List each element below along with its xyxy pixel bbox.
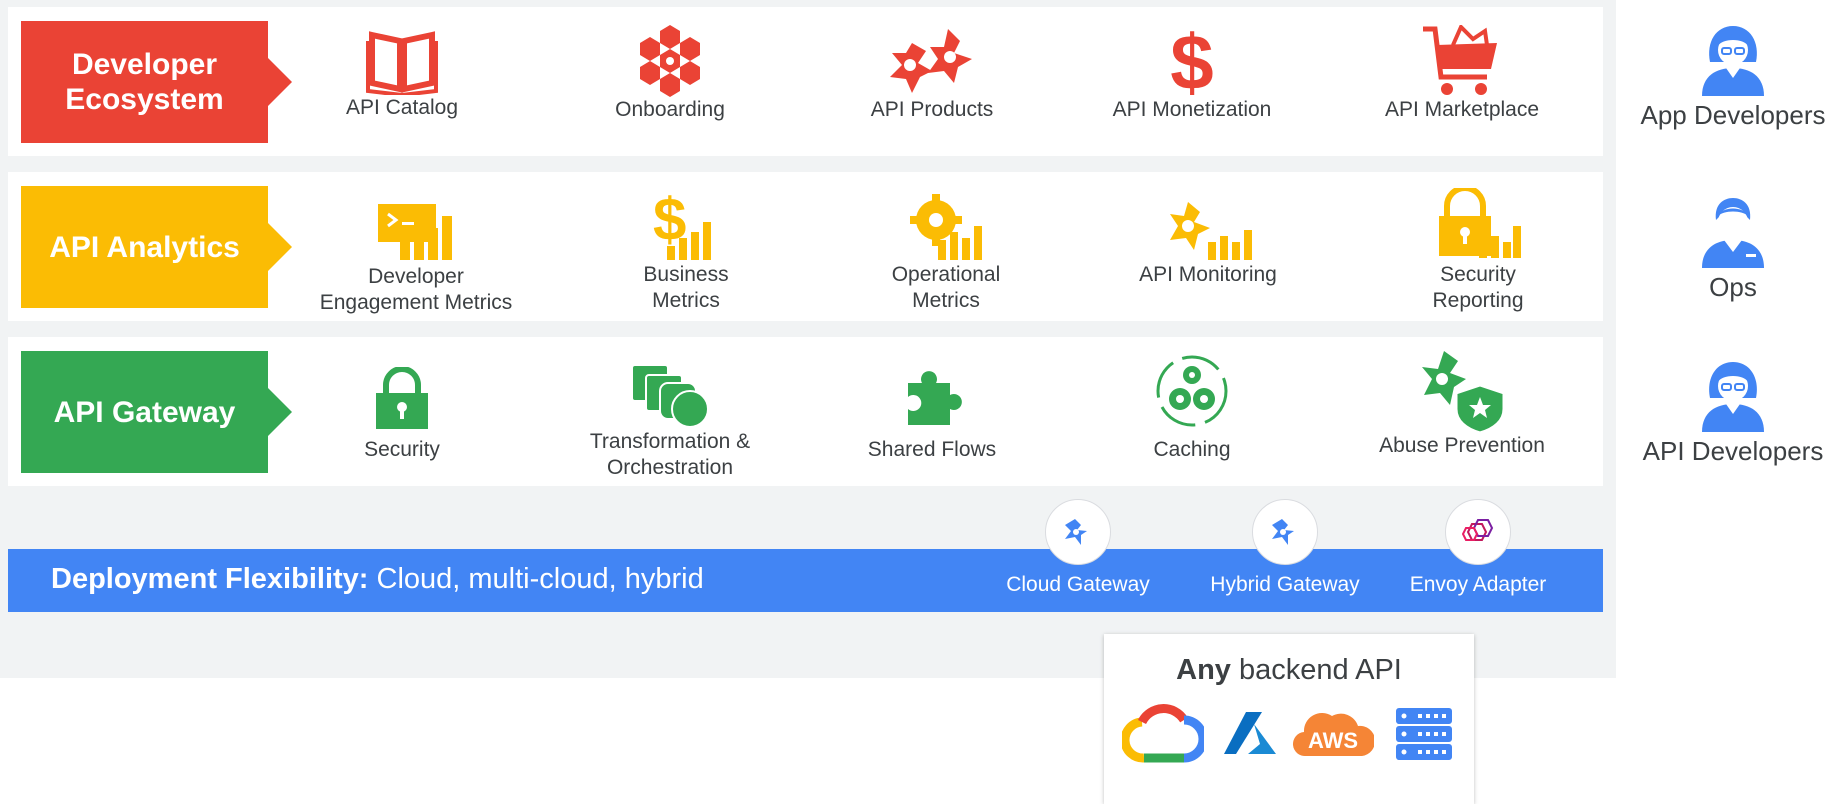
monitoring-chart-icon — [1170, 202, 1252, 260]
feature-label: Business Metrics — [643, 263, 729, 312]
feature-label: Onboarding — [615, 98, 725, 121]
feature-label: Caching — [1153, 438, 1231, 461]
api-products-icon — [890, 29, 972, 93]
layer-title: API Gateway — [21, 351, 292, 473]
envoy-icon — [1462, 519, 1494, 541]
persona-api-developers: API Developers — [1633, 358, 1831, 467]
persona-label: Ops — [1709, 272, 1757, 302]
feature-label: API Monitoring — [1139, 263, 1277, 286]
gateway-hybrid: Hybrid Gateway — [1190, 499, 1380, 597]
terminal-chart-icon — [378, 204, 452, 260]
aws-text: AWS — [1308, 728, 1358, 753]
layer-developer-ecosystem: Developer Ecosystem API Catalog Onboardi… — [8, 7, 1603, 156]
female-user-icon — [1702, 26, 1764, 96]
gear-chart-icon — [910, 194, 982, 260]
backend-api-box: Any backend API AWS — [1104, 634, 1474, 804]
feature-api-products: API Products — [802, 23, 1062, 123]
female-user-icon — [1702, 362, 1764, 432]
feature-developer-engagement-metrics: Developer Engagement Metrics — [286, 202, 546, 316]
feature-api-marketplace: API Marketplace — [1332, 25, 1592, 123]
google-cloud-logo — [1122, 704, 1204, 763]
backend-rest: backend API — [1239, 654, 1402, 686]
gateway-circle — [1252, 499, 1318, 565]
gateway-label: Envoy Adapter — [1409, 573, 1547, 596]
feature-api-monetization: $ API Monetization — [1062, 18, 1322, 123]
feature-label: Security Reporting — [1432, 263, 1524, 312]
backend-emphasis: Any — [1176, 654, 1231, 686]
feature-label: Operational Metrics — [891, 263, 1001, 312]
gears-cycle-icon — [1156, 355, 1228, 427]
persona-label: API Developers — [1642, 436, 1824, 466]
feature-business-metrics: $ Business Metrics — [556, 188, 816, 314]
server-rack-icon — [1396, 708, 1452, 760]
feature-label: Abuse Prevention — [1379, 434, 1545, 457]
persona-app-developers: App Developers — [1633, 22, 1831, 131]
lock-chart-icon — [1439, 188, 1521, 258]
feature-label: API Products — [870, 98, 994, 121]
feature-transformation-orchestration: Transformation & Orchestration — [540, 363, 800, 481]
feature-label: Security — [364, 438, 440, 461]
apigee-icon — [1272, 519, 1294, 545]
feature-api-monitoring: API Monitoring — [1078, 196, 1338, 288]
shopping-cart-icon — [1423, 25, 1497, 95]
gateway-envoy: Envoy Adapter — [1383, 499, 1573, 597]
feature-shared-flows: Shared Flows — [802, 369, 1062, 463]
backend-title: Any backend API — [1104, 654, 1474, 687]
lock-icon — [376, 367, 428, 429]
feature-security: Security — [272, 367, 532, 463]
persona-ops: Ops — [1633, 194, 1831, 303]
azure-logo — [1224, 712, 1276, 754]
puzzle-piece-icon — [908, 371, 962, 425]
feature-label: Shared Flows — [867, 438, 997, 461]
layer-title: API Analytics — [21, 186, 292, 308]
deployment-text: Deployment Flexibility: Cloud, multi-clo… — [51, 563, 704, 596]
gateway-label: Cloud Gateway — [1006, 573, 1150, 596]
feature-caching: Caching — [1062, 351, 1322, 463]
deployment-detail: Cloud, multi-cloud, hybrid — [376, 563, 704, 595]
feature-operational-metrics: Operational Metrics — [816, 192, 1076, 314]
feature-label: API Marketplace — [1384, 98, 1540, 121]
layer-api-gateway: API Gateway Security Transformation & Or… — [8, 337, 1603, 486]
book-icon — [366, 31, 438, 95]
hexagon-cluster-icon — [640, 25, 700, 97]
shield-star-icon — [1422, 351, 1506, 433]
gateway-cloud: Cloud Gateway — [983, 499, 1173, 597]
feature-onboarding: Onboarding — [540, 23, 800, 123]
feature-security-reporting: Security Reporting — [1348, 188, 1608, 314]
feature-label: API Catalog — [345, 96, 459, 119]
feature-label: Developer Engagement Metrics — [319, 265, 513, 314]
persona-label: App Developers — [1640, 100, 1826, 130]
layer-api-analytics: API Analytics Developer Engagement Metri… — [8, 172, 1603, 321]
feature-label: API Monetization — [1112, 98, 1272, 121]
feature-abuse-prevention: Abuse Prevention — [1332, 347, 1592, 459]
feature-api-catalog: API Catalog — [272, 27, 532, 121]
feature-label: Transformation & Orchestration — [589, 430, 751, 479]
deployment-title: Deployment Flexibility: — [51, 563, 369, 595]
stacked-shapes-icon — [631, 364, 709, 428]
aws-logo: AWS — [1293, 712, 1374, 757]
gateway-circle — [1445, 499, 1511, 565]
dollar-icon: $ — [1170, 18, 1214, 106]
male-user-icon — [1702, 198, 1764, 268]
layer-title: Developer Ecosystem — [21, 21, 292, 143]
apigee-icon — [1065, 519, 1087, 545]
gateway-circle — [1045, 499, 1111, 565]
gateway-label: Hybrid Gateway — [1210, 573, 1360, 596]
dollar-chart-icon: $ — [653, 188, 711, 260]
